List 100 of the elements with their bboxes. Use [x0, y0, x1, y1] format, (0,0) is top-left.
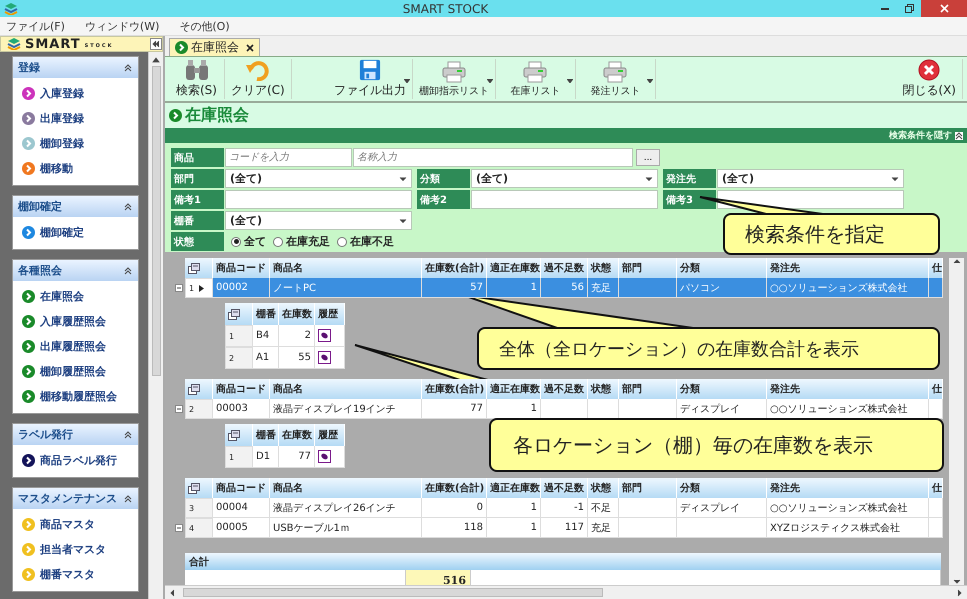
- column-header[interactable]: 適正在庫数: [487, 258, 541, 278]
- column-chooser-icon[interactable]: [228, 430, 240, 440]
- input-field[interactable]: [471, 190, 658, 209]
- dropdown-field[interactable]: (全て): [471, 169, 658, 188]
- sidebar-item[interactable]: 棚卸履歴照会: [13, 359, 138, 384]
- toolbar-button[interactable]: ファイル出力: [328, 59, 413, 99]
- column-header[interactable]: 分類: [677, 379, 767, 399]
- panel-header[interactable]: 登録: [13, 57, 138, 78]
- column-header[interactable]: 仕: [929, 379, 943, 399]
- toolbar-button[interactable]: 発注リスト: [576, 59, 656, 99]
- column-chooser-icon[interactable]: [188, 262, 200, 274]
- sidebar-item[interactable]: 棚卸登録: [13, 131, 138, 156]
- column-header[interactable]: 商品名: [270, 379, 422, 399]
- scrollbar[interactable]: [949, 258, 964, 585]
- column-header[interactable]: 状態: [588, 379, 619, 399]
- column-header[interactable]: 過不足数: [541, 258, 588, 278]
- column-header[interactable]: 過不足数: [541, 379, 588, 399]
- collapse-icon[interactable]: [174, 284, 182, 292]
- column-chooser-icon[interactable]: [188, 384, 200, 394]
- dropdown-field[interactable]: (全て): [717, 169, 904, 188]
- row-header[interactable]: 3: [185, 498, 213, 518]
- column-header[interactable]: 発注先: [767, 478, 929, 498]
- panel-header[interactable]: マスタメンテナンス: [13, 488, 138, 509]
- column-header[interactable]: 商品コード: [213, 478, 270, 498]
- panel-header[interactable]: 各種照会: [13, 260, 138, 281]
- column-header[interactable]: 分類: [677, 478, 767, 498]
- radio-icon[interactable]: [231, 236, 241, 246]
- radio-icon[interactable]: [337, 236, 347, 246]
- column-header[interactable]: 部門: [619, 258, 677, 278]
- dropdown-field[interactable]: (全て): [225, 169, 412, 188]
- column-header[interactable]: 在庫数(合計): [422, 379, 487, 399]
- column-header[interactable]: 在庫数(合計): [422, 258, 487, 278]
- menu-item[interactable]: ウィンドウ(W): [84, 18, 160, 34]
- sidebar-item[interactable]: 入庫履歴照会: [13, 309, 138, 334]
- menu-item[interactable]: ファイル(F): [6, 18, 65, 34]
- column-chooser-icon[interactable]: [188, 482, 200, 494]
- sidebar-item[interactable]: 出庫登録: [13, 106, 138, 131]
- column-header[interactable]: 在庫数: [279, 424, 315, 446]
- sidebar-item[interactable]: 棚移動: [13, 156, 138, 181]
- column-header[interactable]: 在庫数(合計): [422, 478, 487, 498]
- column-header[interactable]: 商品名: [270, 478, 422, 498]
- sidebar-item[interactable]: 出庫履歴照会: [13, 334, 138, 359]
- column-header[interactable]: 発注先: [767, 258, 929, 278]
- collapse-sidebar-button[interactable]: [150, 38, 162, 50]
- column-header[interactable]: 部門: [619, 478, 677, 498]
- radio-icon[interactable]: [273, 236, 283, 246]
- sidebar-item[interactable]: 入庫登録: [13, 81, 138, 106]
- dropdown-field[interactable]: (全て): [225, 211, 412, 230]
- sidebar-item[interactable]: 商品ラベル発行: [13, 448, 138, 473]
- column-chooser-icon[interactable]: [228, 308, 240, 320]
- column-header[interactable]: 状態: [588, 478, 619, 498]
- panel-header[interactable]: ラベル発行: [13, 424, 138, 445]
- column-header[interactable]: 過不足数: [541, 478, 588, 498]
- column-header[interactable]: 仕: [929, 478, 943, 498]
- collapse-icon[interactable]: [174, 405, 182, 413]
- input-field[interactable]: [717, 190, 904, 209]
- toolbar-button[interactable]: 在庫リスト: [496, 59, 576, 99]
- history-icon[interactable]: [318, 450, 331, 463]
- radio-option[interactable]: 在庫充足: [273, 234, 330, 249]
- column-header[interactable]: 履歴: [315, 303, 345, 325]
- column-header[interactable]: 商品コード: [213, 379, 270, 399]
- row-header[interactable]: 4: [185, 518, 213, 538]
- panel-header[interactable]: 棚卸確定: [13, 196, 138, 217]
- scrollbar[interactable]: [148, 52, 163, 599]
- column-header[interactable]: 棚番: [253, 303, 279, 325]
- tab[interactable]: 在庫照会: [169, 38, 260, 56]
- radio-option[interactable]: 全て: [231, 234, 266, 249]
- history-icon[interactable]: [318, 351, 331, 364]
- column-header[interactable]: 商品コード: [213, 258, 270, 278]
- input-field[interactable]: [225, 190, 412, 209]
- toolbar-button[interactable]: クリア(C): [225, 59, 292, 99]
- row-header[interactable]: 1: [185, 278, 213, 298]
- sidebar-item[interactable]: 在庫照会: [13, 284, 138, 309]
- radio-option[interactable]: 在庫不足: [337, 234, 394, 249]
- column-header[interactable]: 状態: [588, 258, 619, 278]
- close-button[interactable]: [921, 0, 967, 17]
- menu-item[interactable]: その他(O): [179, 18, 230, 34]
- column-header[interactable]: 棚番: [253, 424, 279, 446]
- sidebar-item[interactable]: 商品マスタ: [13, 512, 138, 537]
- toolbar-button[interactable]: 棚卸指示リスト: [412, 59, 496, 99]
- toolbar-button[interactable]: 検索(S): [169, 59, 225, 99]
- column-header[interactable]: 仕: [929, 258, 943, 278]
- sidebar-item[interactable]: 棚番マスタ: [13, 562, 138, 587]
- column-header[interactable]: 履歴: [315, 424, 345, 446]
- browse-button[interactable]: ...: [636, 149, 660, 166]
- collapse-icon[interactable]: [174, 524, 182, 532]
- column-header[interactable]: 分類: [677, 258, 767, 278]
- sidebar-item[interactable]: 棚移動履歴照会: [13, 384, 138, 409]
- history-icon[interactable]: [318, 329, 331, 342]
- sidebar-item[interactable]: 棚卸確定: [13, 220, 138, 245]
- input-field[interactable]: コードを入力: [225, 148, 352, 167]
- column-header[interactable]: 適正在庫数: [487, 379, 541, 399]
- toolbar-button[interactable]: 閉じる(X): [896, 59, 963, 99]
- input-field[interactable]: 名称入力: [353, 148, 633, 167]
- sidebar-item[interactable]: 担当者マスタ: [13, 537, 138, 562]
- column-header[interactable]: 適正在庫数: [487, 478, 541, 498]
- column-header[interactable]: 発注先: [767, 379, 929, 399]
- column-header[interactable]: 商品名: [270, 258, 422, 278]
- row-header[interactable]: 2: [185, 399, 213, 419]
- column-header[interactable]: 在庫数: [279, 303, 315, 325]
